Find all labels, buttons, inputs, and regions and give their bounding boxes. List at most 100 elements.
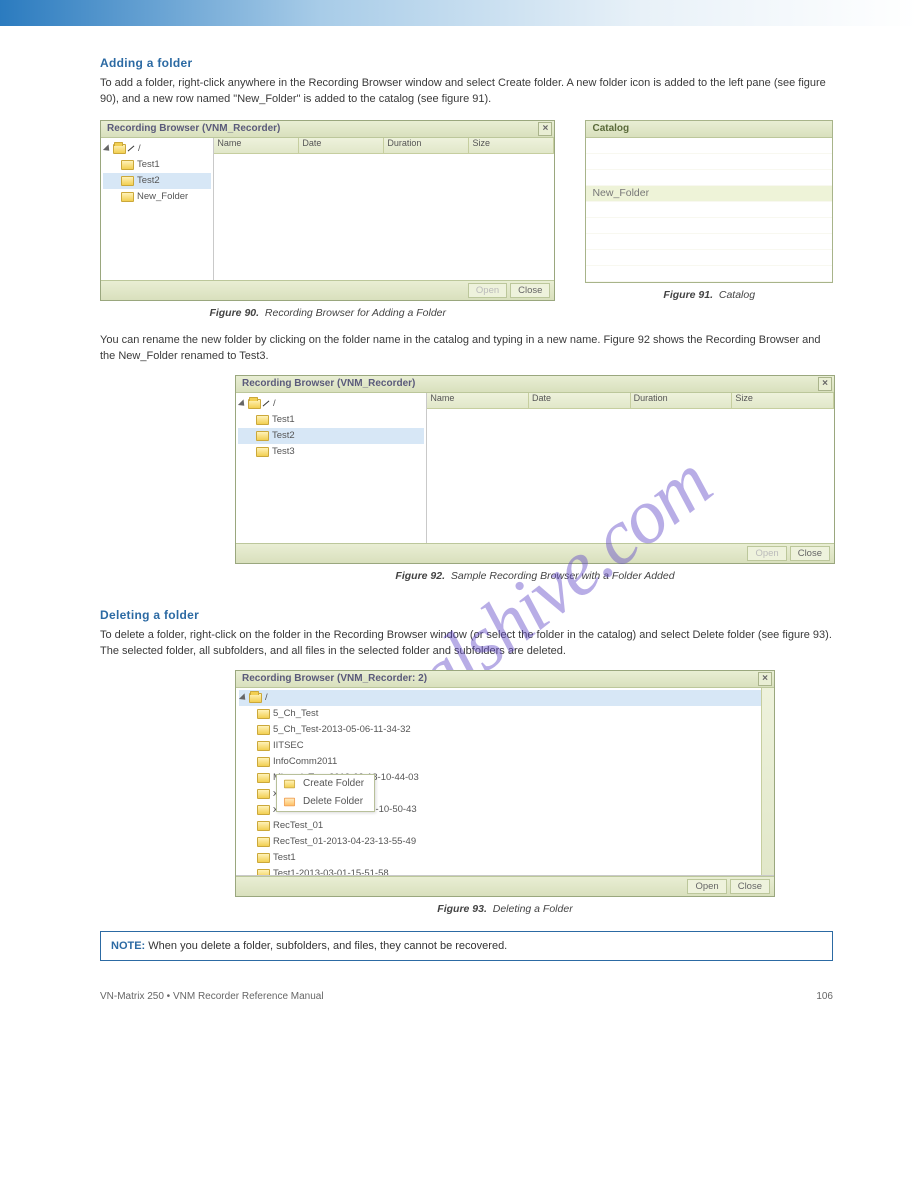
close-button[interactable]: Close	[510, 283, 550, 298]
page-top-bar	[0, 0, 918, 26]
section-title-delete: Deleting a folder	[100, 608, 833, 622]
catalog-panel: Catalog New_Folder	[585, 120, 833, 283]
folder-icon	[257, 869, 270, 876]
figure-caption: Figure 92. Sample Recording Browser with…	[235, 570, 835, 582]
disclosure-icon	[239, 693, 248, 702]
tree-root[interactable]: /	[238, 396, 424, 412]
tree-item[interactable]: Test2	[103, 173, 211, 189]
window-footer: Open Close	[236, 876, 774, 896]
tree-item[interactable]: RecTest_01-2013-04-23-13-55-49	[239, 834, 771, 850]
window-titlebar: Recording Browser (VNM_Recorder) ×	[236, 376, 834, 393]
recording-browser-window: Recording Browser (VNM_Recorder) × /	[100, 120, 555, 301]
window-title: Recording Browser (VNM_Recorder)	[242, 378, 415, 389]
catalog-row[interactable]	[586, 234, 832, 250]
catalog-row[interactable]	[586, 154, 832, 170]
figure-caption: Figure 91. Catalog	[585, 289, 833, 301]
tree-item[interactable]: New_Folder	[103, 189, 211, 205]
open-button[interactable]: Open	[468, 283, 507, 298]
para-rename: You can rename the new folder by clickin…	[100, 333, 833, 365]
catalog-title: Catalog	[586, 121, 832, 138]
window-titlebar: Recording Browser (VNM_Recorder) ×	[101, 121, 554, 138]
recording-browser-window: Recording Browser (VNM_Recorder: 2) × / …	[235, 670, 775, 897]
folder-icon	[257, 709, 270, 719]
folder-icon	[257, 805, 270, 815]
ctx-create-folder[interactable]: Create Folder	[277, 775, 374, 793]
folder-icon	[248, 399, 261, 409]
folder-icon	[257, 789, 270, 799]
folder-icon	[257, 837, 270, 847]
folder-icon	[249, 693, 262, 703]
folder-icon	[257, 725, 270, 735]
window-titlebar: Recording Browser (VNM_Recorder: 2) ×	[236, 671, 774, 688]
note-label: NOTE:	[111, 940, 145, 952]
catalog-row[interactable]	[586, 138, 832, 154]
footer-page: 106	[816, 991, 833, 1002]
list-pane: Name Date Duration Size	[427, 393, 834, 543]
tree-item[interactable]: Test1	[239, 850, 771, 866]
close-button[interactable]: Close	[790, 546, 830, 561]
folder-icon	[256, 431, 269, 441]
folder-icon	[257, 773, 270, 783]
folder-icon	[121, 192, 134, 202]
close-icon[interactable]: ×	[758, 672, 772, 686]
window-title: Recording Browser (VNM_Recorder)	[107, 123, 280, 134]
list-header: Name Date Duration Size	[214, 138, 554, 154]
disclosure-icon	[103, 144, 112, 153]
tree-item[interactable]: 5_Ch_Test-2013-05-06-11-34-32	[239, 722, 771, 738]
list-header: Name Date Duration Size	[427, 393, 834, 409]
tree-root[interactable]: /	[103, 141, 211, 157]
folder-icon	[121, 176, 134, 186]
window-title: Recording Browser (VNM_Recorder: 2)	[242, 673, 427, 684]
figure-caption: Figure 93. Deleting a Folder	[235, 903, 775, 915]
catalog-row[interactable]	[586, 266, 832, 282]
pencil-icon	[128, 146, 135, 152]
tree-item[interactable]: IITSEC	[239, 738, 771, 754]
scrollbar[interactable]	[761, 688, 774, 875]
folder-icon	[257, 821, 270, 831]
tree-pane: / Test1 Test2 New_Folder	[101, 138, 214, 280]
context-menu: Create Folder Delete Folder	[276, 774, 375, 812]
tree-root[interactable]: /	[239, 690, 771, 706]
folder-icon	[113, 144, 126, 154]
catalog-row[interactable]: New_Folder	[586, 186, 832, 202]
folder-plus-icon	[283, 779, 294, 788]
list-pane: Name Date Duration Size	[214, 138, 554, 280]
tree-item[interactable]: 5_Ch_Test	[239, 706, 771, 722]
note-text: When you delete a folder, subfolders, an…	[148, 940, 507, 952]
section-title-add: Adding a folder	[100, 56, 833, 70]
tree-item[interactable]: Test2	[238, 428, 424, 444]
disclosure-icon	[238, 399, 247, 408]
window-footer: Open Close	[101, 280, 554, 300]
tree-item[interactable]: RecTest_01	[239, 818, 771, 834]
open-button[interactable]: Open	[687, 879, 726, 894]
folder-minus-icon	[283, 797, 294, 806]
catalog-row[interactable]	[586, 202, 832, 218]
catalog-row[interactable]	[586, 218, 832, 234]
footer-left: VN-Matrix 250 • VNM Recorder Reference M…	[100, 991, 324, 1002]
tree-item[interactable]: InfoComm2011	[239, 754, 771, 770]
catalog-row[interactable]	[586, 250, 832, 266]
tree-item[interactable]: Test1	[103, 157, 211, 173]
tree-item[interactable]: Test1	[238, 412, 424, 428]
catalog-row[interactable]	[586, 170, 832, 186]
close-button[interactable]: Close	[730, 879, 770, 894]
ctx-delete-folder[interactable]: Delete Folder	[277, 793, 374, 811]
folder-icon	[121, 160, 134, 170]
folder-icon	[257, 757, 270, 767]
close-icon[interactable]: ×	[538, 122, 552, 136]
folder-icon	[257, 741, 270, 751]
tree-item[interactable]: Test1-2013-03-01-15-51-58	[239, 866, 771, 876]
pencil-icon	[263, 401, 270, 407]
recording-browser-window: Recording Browser (VNM_Recorder) × / Tes…	[235, 375, 835, 564]
tree-item[interactable]: Test3	[238, 444, 424, 460]
open-button[interactable]: Open	[747, 546, 786, 561]
para-add: To add a folder, right-click anywhere in…	[100, 76, 833, 108]
folder-icon	[256, 447, 269, 457]
close-icon[interactable]: ×	[818, 377, 832, 391]
tree-pane-full: / 5_Ch_Test 5_Ch_Test-2013-05-06-11-34-3…	[236, 688, 774, 876]
folder-icon	[256, 415, 269, 425]
para-delete: To delete a folder, right-click on the f…	[100, 628, 833, 660]
window-footer: Open Close	[236, 543, 834, 563]
tree-pane: / Test1 Test2 Test3	[236, 393, 427, 543]
page-footer: VN-Matrix 250 • VNM Recorder Reference M…	[100, 991, 833, 1002]
